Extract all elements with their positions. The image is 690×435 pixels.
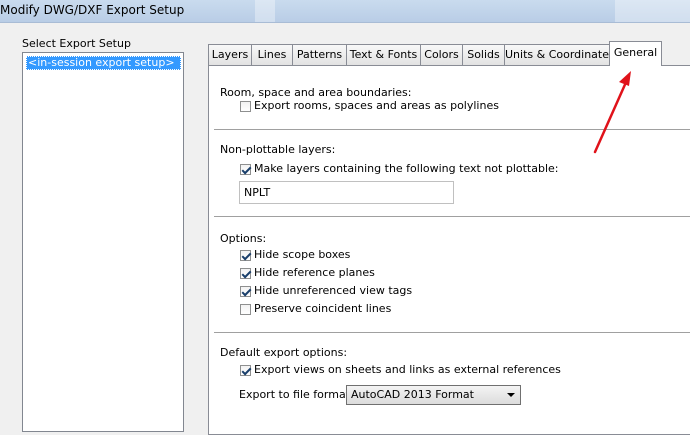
tab-text-fonts[interactable]: Text & Fonts xyxy=(346,44,421,65)
preserve-coincident-label: Preserve coincident lines xyxy=(254,302,392,315)
file-format-label: Export to file format: xyxy=(239,388,354,401)
tab-units-coordinates[interactable]: Units & Coordinates xyxy=(504,44,615,65)
chevron-down-icon xyxy=(507,393,515,397)
room-boundaries-heading: Room, space and area boundaries: xyxy=(220,86,412,99)
file-format-value: AutoCAD 2013 Format xyxy=(351,388,474,401)
hide-scope-boxes-label: Hide scope boxes xyxy=(254,248,351,261)
section-divider xyxy=(214,216,690,217)
section-divider xyxy=(214,129,690,130)
preserve-coincident-checkbox[interactable] xyxy=(240,304,251,315)
title-bar: Modify DWG/DXF Export Setup xyxy=(0,0,690,23)
make-nonplottable-label: Make layers containing the following tex… xyxy=(254,162,559,175)
export-setup-list[interactable]: <in-session export setup> xyxy=(22,52,184,432)
export-polylines-label: Export rooms, spaces and areas as polyli… xyxy=(254,99,499,112)
tab-solids[interactable]: Solids xyxy=(462,44,505,65)
tab-lines[interactable]: Lines xyxy=(251,44,293,65)
nonplottable-heading: Non-plottable layers: xyxy=(220,143,336,156)
tab-layers[interactable]: Layers xyxy=(208,44,252,65)
setup-item-in-session[interactable]: <in-session export setup> xyxy=(26,56,181,70)
section-divider xyxy=(214,332,690,333)
tab-colors[interactable]: Colors xyxy=(420,44,463,65)
nonplottable-text-input[interactable]: NPLT xyxy=(239,181,454,204)
export-polylines-checkbox[interactable] xyxy=(240,101,251,112)
export-views-label: Export views on sheets and links as exte… xyxy=(254,363,561,376)
hide-scope-boxes-checkbox[interactable] xyxy=(240,250,251,261)
hide-reference-planes-checkbox[interactable] xyxy=(240,268,251,279)
export-views-checkbox[interactable] xyxy=(240,365,251,376)
tab-general[interactable]: General xyxy=(609,41,662,66)
make-nonplottable-checkbox[interactable] xyxy=(240,164,251,175)
window-title: Modify DWG/DXF Export Setup xyxy=(0,3,185,17)
tab-patterns[interactable]: Patterns xyxy=(292,44,347,65)
hide-unreferenced-tags-checkbox[interactable] xyxy=(240,286,251,297)
hide-reference-planes-label: Hide reference planes xyxy=(254,266,375,279)
file-format-select[interactable]: AutoCAD 2013 Format xyxy=(346,385,521,405)
select-export-setup-label: Select Export Setup xyxy=(22,37,131,50)
options-heading: Options: xyxy=(220,232,267,245)
default-export-heading: Default export options: xyxy=(220,346,348,359)
hide-unreferenced-tags-label: Hide unreferenced view tags xyxy=(254,284,413,297)
